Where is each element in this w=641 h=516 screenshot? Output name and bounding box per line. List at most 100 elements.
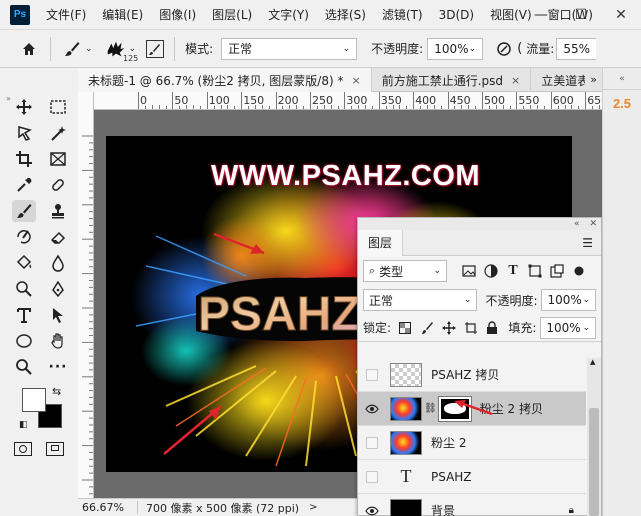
ruler-minor-tick	[199, 106, 201, 109]
toolbox-collapse-icon[interactable]: »	[6, 94, 11, 103]
foreground-color-swatch[interactable]	[22, 388, 46, 412]
default-colors-icon[interactable]: ◧	[19, 420, 28, 430]
magic-wand-icon[interactable]	[46, 122, 70, 144]
shape-filter-icon[interactable]	[527, 263, 543, 279]
lock-pixels-icon[interactable]	[419, 320, 435, 336]
scroll-up-icon[interactable]: ▲	[590, 358, 595, 366]
collapse-panels-button[interactable]: «	[603, 68, 641, 90]
screen-mode-icon[interactable]	[46, 442, 64, 456]
ruler-minor-tick	[392, 105, 394, 109]
brush-tool-icon[interactable]	[61, 38, 83, 60]
layers-scrollbar[interactable]: ▲	[587, 358, 601, 516]
mask-link-icon[interactable]: ⛓	[424, 403, 437, 414]
hand-tool-icon[interactable]	[46, 330, 70, 352]
eye-icon[interactable]	[358, 404, 386, 414]
close-icon[interactable]: ✕	[589, 219, 597, 229]
frame-tool-icon[interactable]	[46, 148, 70, 170]
pixel-filter-icon[interactable]	[461, 263, 477, 279]
filter-toggle-icon[interactable]	[571, 263, 587, 279]
chevron-down-icon[interactable]: ⌄	[85, 44, 93, 54]
menu-file[interactable]: 文件(F)	[38, 6, 94, 23]
mode-select[interactable]: 正常 ⌄	[221, 37, 358, 60]
home-icon[interactable]	[18, 38, 40, 60]
ruler-major-tick	[482, 92, 483, 109]
ruler-minor-tick	[179, 106, 181, 109]
dodge-tool-icon[interactable]	[12, 278, 36, 300]
blur-tool-icon[interactable]	[46, 252, 70, 274]
history-brush-icon[interactable]	[12, 226, 36, 248]
minimize-button[interactable]: —	[521, 0, 561, 30]
pen-tool-icon[interactable]	[46, 278, 70, 300]
adjustment-filter-icon[interactable]	[483, 263, 499, 279]
close-button[interactable]: ✕	[601, 0, 641, 30]
menu-3d[interactable]: 3D(D)	[431, 8, 482, 22]
type-tool-icon[interactable]	[12, 304, 36, 326]
tab-layers[interactable]: 图层	[358, 229, 404, 256]
vertical-ruler[interactable]	[78, 92, 94, 498]
layer-name: 粉尘 2	[431, 436, 467, 450]
rectangle-marquee-icon[interactable]	[46, 96, 70, 118]
collapse-icon[interactable]: «	[574, 219, 580, 229]
opacity-field[interactable]: 100% ⌄	[427, 37, 484, 60]
close-icon[interactable]: ×	[511, 74, 520, 87]
menu-edit[interactable]: 编辑(E)	[94, 6, 151, 23]
maximize-button[interactable]: ☐	[561, 0, 601, 30]
scroll-thumb[interactable]	[589, 408, 599, 516]
eraser-icon[interactable]	[46, 226, 70, 248]
zoom-level[interactable]: 66.67%	[78, 501, 138, 514]
menu-type[interactable]: 文字(Y)	[260, 6, 317, 23]
menu-select[interactable]: 选择(S)	[317, 6, 374, 23]
lasso-tool-icon[interactable]	[12, 122, 36, 144]
tab-construction-psd[interactable]: 前方施工禁止通行.psd ×	[372, 68, 532, 92]
more-tools-icon[interactable]: ···	[46, 356, 70, 378]
visibility-toggle[interactable]	[358, 470, 386, 483]
brush-tool-icon[interactable]	[12, 200, 36, 222]
brush-settings-icon[interactable]	[146, 39, 165, 58]
pressure-opacity-icon[interactable]	[493, 38, 515, 60]
clone-stamp-icon[interactable]	[46, 200, 70, 222]
tabs-overflow-button[interactable]: »	[585, 68, 602, 91]
horizontal-ruler[interactable]: 050100150200250300350400450500550600650	[94, 92, 602, 110]
swap-colors-icon[interactable]: ⇆	[52, 385, 61, 398]
lock-all-icon[interactable]	[484, 320, 500, 336]
fill-field[interactable]: 100% ⌄	[540, 316, 596, 339]
zoom-tool-icon[interactable]	[12, 356, 36, 378]
menu-filter[interactable]: 滤镜(T)	[374, 6, 431, 23]
crop-tool-icon[interactable]	[12, 148, 36, 170]
eyedropper-icon[interactable]	[12, 174, 36, 196]
ellipse-tool-icon[interactable]	[12, 330, 36, 352]
tab-untitled-1[interactable]: 未标题-1 @ 66.7% (粉尘2 拷贝, 图层蒙版/8) * ×	[78, 68, 372, 92]
healing-brush-icon[interactable]	[46, 174, 70, 196]
blend-mode-select[interactable]: 正常 ⌄	[363, 289, 478, 311]
quick-mask-icon[interactable]	[14, 442, 32, 456]
filter-type-select[interactable]: ⌕ 类型 ⌄	[363, 260, 447, 282]
status-menu-arrow[interactable]: >	[309, 502, 317, 513]
layer-row[interactable]: T PSAHZ	[358, 460, 586, 494]
lock-position-icon[interactable]	[441, 320, 457, 336]
layer-row[interactable]: 背景 🔒︎	[358, 494, 586, 516]
layer-row-selected[interactable]: ⛓ 粉尘 2 拷贝	[358, 392, 586, 426]
visibility-toggle[interactable]	[358, 368, 386, 381]
layer-row[interactable]: 粉尘 2	[358, 426, 586, 460]
paint-bucket-icon[interactable]	[12, 252, 36, 274]
layer-opacity-field[interactable]: 100% ⌄	[541, 289, 596, 311]
eye-icon[interactable]	[358, 506, 386, 516]
close-icon[interactable]: ×	[351, 74, 360, 87]
menu-image[interactable]: 图像(I)	[151, 6, 204, 23]
chevron-down-icon[interactable]: ⌄	[129, 44, 137, 54]
menu-layer[interactable]: 图层(L)	[204, 6, 260, 23]
smart-object-filter-icon[interactable]	[549, 263, 565, 279]
tab-third-doc[interactable]: 立美道表	[531, 68, 585, 92]
layer-row[interactable]: PSAHZ 拷贝	[358, 358, 586, 392]
partial-icon: (	[517, 41, 523, 56]
panel-menu-icon[interactable]: ☰	[582, 236, 593, 250]
lock-artboard-icon[interactable]	[463, 320, 479, 336]
type-filter-icon[interactable]: T	[505, 263, 521, 279]
flow-field[interactable]: 55%	[556, 37, 597, 60]
path-selection-icon[interactable]	[46, 304, 70, 326]
ruler-major-tick	[241, 92, 243, 109]
move-tool-icon[interactable]	[12, 96, 36, 118]
lock-transparency-icon[interactable]	[397, 320, 413, 336]
layer-opacity-value: 100%	[547, 293, 582, 307]
visibility-toggle[interactable]	[358, 436, 386, 449]
